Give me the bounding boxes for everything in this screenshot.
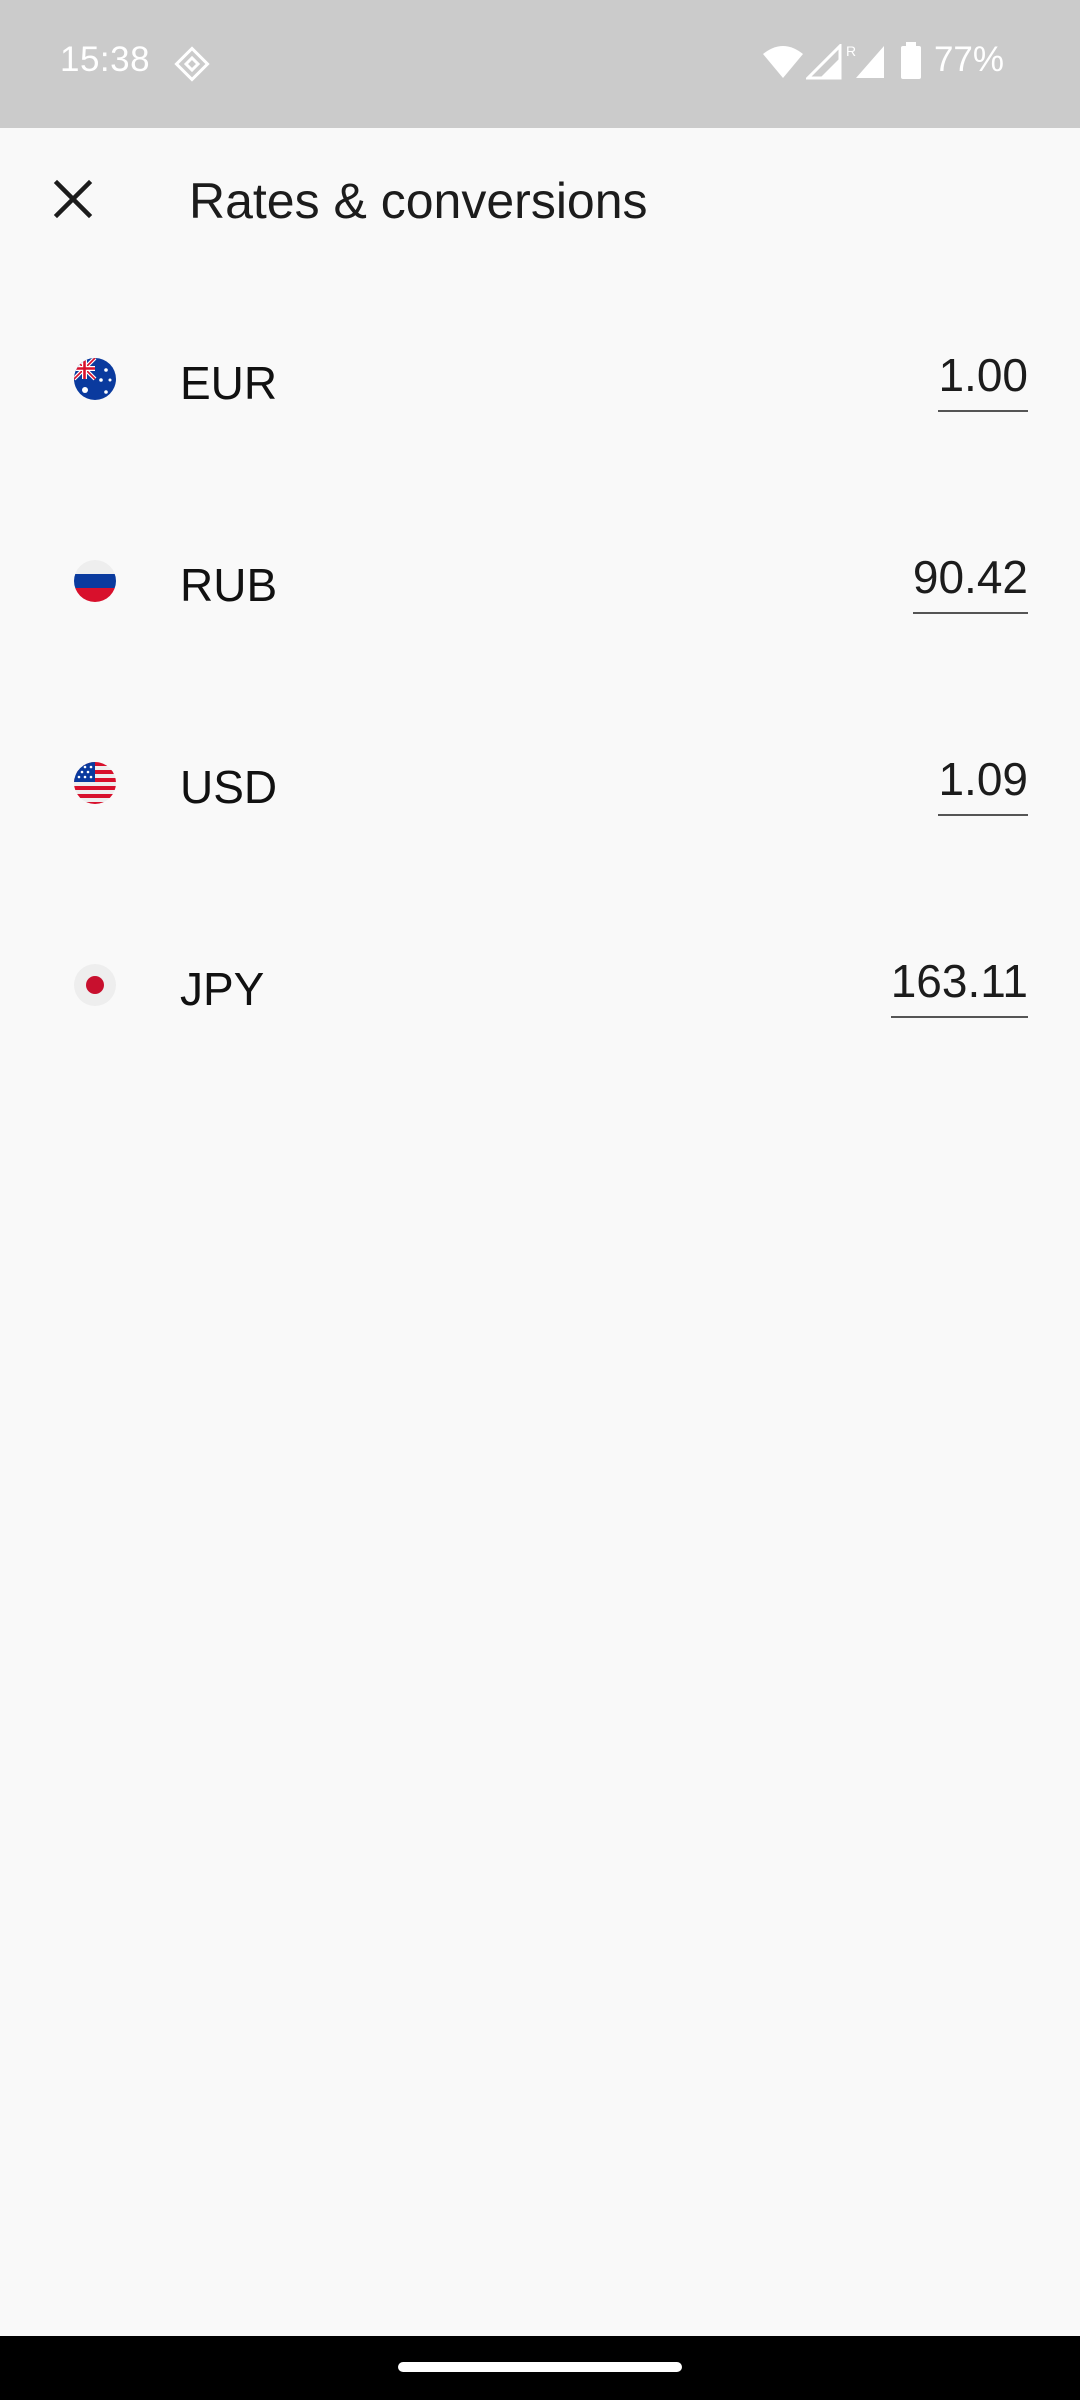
flag-japan-icon (74, 964, 116, 1006)
navigation-bar (0, 2336, 1080, 2400)
flag-russia-icon (74, 560, 116, 602)
currency-row-eur[interactable]: EUR 1.00 (0, 300, 1080, 502)
app-bar: Rates & conversions (0, 128, 1080, 278)
currency-list: EUR 1.00 RUB 90.42 USD 1.09 JPY 163.11 (0, 300, 1080, 1108)
rates-screen: 15:38 R 77% Rates & conversions EUR 1.00… (0, 0, 1080, 2400)
status-bar: 15:38 R 77% (0, 0, 1080, 128)
currency-code: USD (180, 761, 278, 813)
battery-icon (900, 42, 922, 85)
flag-usa-icon (74, 762, 116, 804)
battery-percent: 77% (933, 40, 1004, 79)
wifi-icon (762, 44, 804, 85)
page-title: Rates & conversions (189, 173, 648, 229)
currency-code: RUB (180, 559, 278, 611)
close-button[interactable] (38, 166, 108, 236)
flag-australia-icon (74, 358, 116, 400)
rate-input[interactable]: 1.09 (938, 752, 1028, 816)
rate-input[interactable]: 1.00 (938, 348, 1028, 412)
currency-row-usd[interactable]: USD 1.09 (0, 704, 1080, 906)
home-gesture-handle[interactable] (398, 2362, 682, 2372)
currency-code: EUR (180, 357, 278, 409)
currency-row-jpy[interactable]: JPY 163.11 (0, 906, 1080, 1108)
rate-input[interactable]: 163.11 (890, 954, 1028, 1018)
svg-text:R: R (846, 43, 856, 59)
signal-icon (804, 42, 842, 85)
roaming-signal-icon: R (846, 42, 886, 85)
currency-code: JPY (180, 963, 265, 1015)
rate-input[interactable]: 90.42 (912, 550, 1028, 614)
status-time: 15:38 (60, 40, 151, 79)
sync-diamond-icon (172, 44, 212, 89)
close-icon (53, 179, 93, 224)
currency-row-rub[interactable]: RUB 90.42 (0, 502, 1080, 704)
